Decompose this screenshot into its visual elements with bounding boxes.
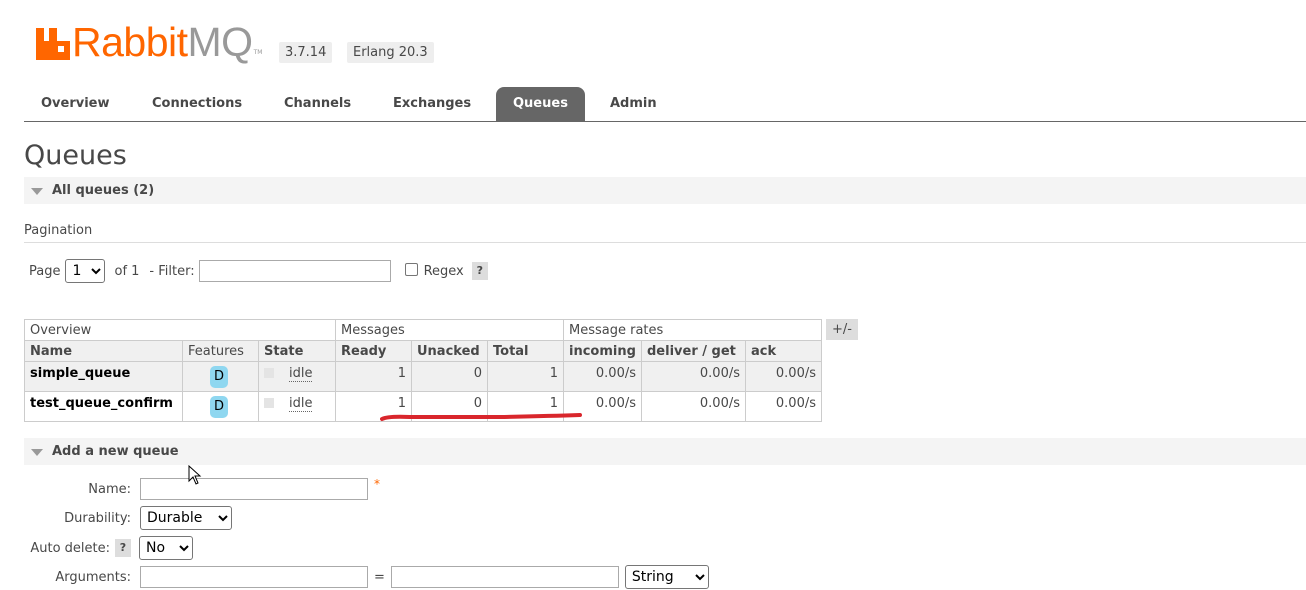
arguments-row: Arguments: = String (24, 564, 709, 590)
column-options-button[interactable]: +/- (826, 319, 858, 340)
name-label: Name: (88, 481, 131, 497)
col-state[interactable]: State (258, 340, 336, 362)
col-incoming[interactable]: incoming (563, 340, 642, 362)
ready-value: 1 (335, 361, 412, 392)
mouse-cursor-icon (188, 465, 202, 485)
col-deliver-get[interactable]: deliver / get (641, 340, 746, 362)
tab-queues[interactable]: Queues (496, 87, 585, 121)
logo-trademark: TM (253, 49, 263, 56)
filter-label: - Filter: (149, 263, 195, 279)
add-queue-toggle[interactable]: Add a new queue (24, 438, 1306, 465)
durable-badge: D (210, 366, 229, 388)
state-text: idle (289, 396, 313, 412)
rabbitmq-logo: RabbitMQ TM (36, 20, 262, 64)
durable-badge: D (210, 396, 229, 418)
col-features: Features (182, 340, 259, 362)
group-header-message-rates: Message rates (563, 319, 822, 341)
auto-delete-label: Auto delete: (30, 540, 110, 556)
add-queue-label: Add a new queue (52, 444, 179, 459)
total-value: 1 (487, 361, 564, 392)
deliver-value: 0.00/s (641, 361, 746, 392)
arguments-equals: = (374, 569, 385, 585)
queue-name-input[interactable] (140, 478, 368, 500)
col-total[interactable]: Total (487, 340, 564, 362)
group-header-overview: Overview (24, 319, 336, 341)
rabbitmq-logo-icon (36, 24, 70, 60)
durability-label: Durability: (64, 510, 131, 526)
pagination-divider (24, 242, 1306, 243)
version-badge: 3.7.14 (279, 42, 333, 63)
regex-help-icon[interactable]: ? (471, 262, 488, 280)
logo-text: RabbitMQ (72, 19, 253, 65)
name-row: Name: * (24, 476, 380, 502)
main-nav-tabs: Overview Connections Channels Exchanges … (24, 87, 1306, 122)
tab-channels[interactable]: Channels (267, 87, 368, 121)
col-name[interactable]: Name (23, 340, 184, 362)
regex-checkbox[interactable] (404, 262, 418, 276)
auto-delete-help-icon[interactable]: ? (115, 539, 131, 557)
col-unacked[interactable]: Unacked (411, 340, 488, 362)
group-header-messages: Messages (335, 319, 564, 341)
queue-name-link[interactable]: simple_queue (23, 361, 184, 392)
auto-delete-row: Auto delete: ? No (24, 535, 193, 561)
required-asterisk: * (374, 477, 380, 491)
tab-connections[interactable]: Connections (135, 87, 259, 121)
auto-delete-select[interactable]: No (139, 536, 193, 560)
col-ack[interactable]: ack (745, 340, 822, 362)
state-cell: idle (258, 361, 336, 392)
page-title: Queues (24, 140, 127, 171)
col-ready[interactable]: Ready (335, 340, 412, 362)
red-annotation-underline (380, 413, 582, 421)
arguments-label: Arguments: (55, 569, 131, 585)
durability-row: Durability: Durable (24, 505, 232, 531)
incoming-value: 0.00/s (563, 361, 642, 392)
erlang-version-badge: Erlang 20.3 (347, 42, 434, 63)
state-cell: idle (258, 391, 336, 422)
filter-input[interactable] (198, 260, 391, 282)
tab-overview[interactable]: Overview (24, 87, 127, 121)
page-of-label: of 1 (114, 263, 140, 279)
pagination-controls: Page 1 of 1 - Filter: Regex ? (29, 258, 488, 284)
regex-label: Regex (423, 263, 464, 279)
page-select[interactable]: 1 (65, 259, 106, 283)
argument-key-input[interactable] (140, 566, 368, 588)
all-queues-label: All queues (2) (52, 183, 155, 198)
all-queues-toggle[interactable]: All queues (2) (24, 177, 1306, 204)
pagination-label: Pagination (24, 223, 93, 238)
features-cell: D (182, 391, 259, 422)
queues-table: Overview Messages Message rates Name Fea… (23, 319, 822, 422)
tab-admin[interactable]: Admin (593, 87, 674, 121)
queue-name-link[interactable]: test_queue_confirm (23, 391, 184, 422)
ack-value: 0.00/s (745, 361, 822, 392)
collapse-triangle-icon (31, 188, 43, 195)
state-text: idle (289, 366, 313, 382)
deliver-value: 0.00/s (641, 391, 746, 422)
table-row: simple_queue D idle 1 0 1 0.00/s 0.00/s … (23, 361, 822, 392)
features-cell: D (182, 361, 259, 392)
state-indicator-icon (264, 398, 274, 408)
argument-type-select[interactable]: String (624, 565, 709, 589)
durability-select[interactable]: Durable (140, 506, 232, 530)
collapse-triangle-icon (31, 449, 43, 456)
page-label: Page (29, 263, 61, 279)
ack-value: 0.00/s (745, 391, 822, 422)
unacked-value: 0 (411, 361, 488, 392)
state-indicator-icon (264, 368, 274, 378)
argument-value-input[interactable] (390, 566, 619, 588)
tab-exchanges[interactable]: Exchanges (376, 87, 488, 121)
